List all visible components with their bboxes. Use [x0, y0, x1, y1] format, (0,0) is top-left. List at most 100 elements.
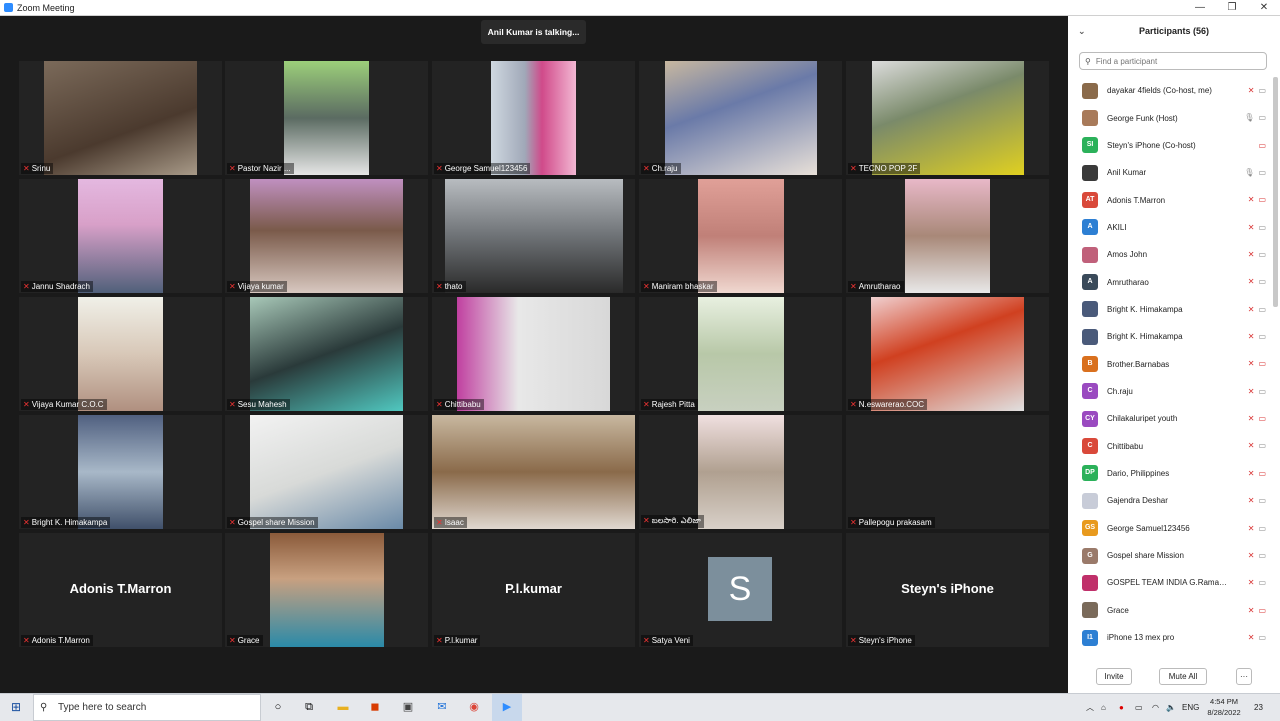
- video-tile[interactable]: ✕ TECNO POP 2F: [846, 61, 1049, 175]
- notification-center-icon[interactable]: 23: [1254, 694, 1263, 721]
- participant-row[interactable]: AT Adonis T.Marron ✕ ▭: [1068, 186, 1274, 213]
- video-camera-icon: ▭: [1258, 86, 1266, 95]
- zoom-taskbar-icon[interactable]: ▶: [492, 694, 522, 721]
- video-tile[interactable]: ✕ బలసారి. ఎలిజా: [639, 415, 842, 529]
- office-icon[interactable]: ◼: [360, 694, 390, 721]
- tile-name-label: ✕ Steyn's iPhone: [848, 635, 915, 646]
- tray-show-hidden-icon[interactable]: ︿: [1086, 694, 1094, 721]
- cortana-icon[interactable]: ○: [263, 694, 293, 721]
- participant-video: [250, 179, 403, 293]
- tray-wifi-icon[interactable]: ◠: [1152, 694, 1159, 721]
- tray-battery-icon[interactable]: ▭: [1135, 694, 1143, 721]
- video-tile[interactable]: ✕ Chittibabu: [432, 297, 635, 411]
- file-explorer-icon[interactable]: ▬: [328, 694, 358, 721]
- video-tile[interactable]: Steyn's iPhone ✕ Steyn's iPhone: [846, 533, 1049, 647]
- participant-video: [250, 297, 403, 411]
- taskbar-search-text: Type here to search: [57, 702, 147, 713]
- video-tile[interactable]: ✕ Amrutharao: [846, 179, 1049, 293]
- video-tile[interactable]: ✕ Isaac: [432, 415, 635, 529]
- tray-antivirus-icon[interactable]: ●: [1119, 694, 1124, 721]
- mail-icon[interactable]: ✉: [427, 694, 457, 721]
- video-tile[interactable]: ✕ Bright K. Himakampa: [19, 415, 222, 529]
- tray-volume-icon[interactable]: 🔈: [1166, 694, 1176, 721]
- participant-row[interactable]: Bright K. Himakampa ✕ ▭: [1068, 296, 1274, 323]
- tile-name-text: Sesu Mahesh: [237, 400, 287, 409]
- participant-row[interactable]: Anil Kumar 🎙 ▭: [1068, 159, 1274, 186]
- tile-name-text: Pastor Nazir ...: [237, 164, 291, 173]
- collapse-chevron-icon[interactable]: ⌄: [1078, 16, 1086, 46]
- participant-row[interactable]: GS George Samuel123456 ✕ ▭: [1068, 515, 1274, 542]
- participant-status-icons: ✕ ▭: [1248, 296, 1266, 323]
- muted-mic-icon: ✕: [23, 636, 30, 645]
- participant-search-input[interactable]: [1093, 55, 1258, 67]
- video-tile[interactable]: ✕ Srinu: [19, 61, 222, 175]
- video-tile[interactable]: ✕ thato: [432, 179, 635, 293]
- participant-row[interactable]: C Chittibabu ✕ ▭: [1068, 432, 1274, 459]
- participant-name: George Funk (Host): [1107, 113, 1178, 123]
- participant-row[interactable]: G Gospel share Mission ✕ ▭: [1068, 542, 1274, 569]
- restore-button[interactable]: ❐: [1216, 0, 1248, 15]
- participant-row[interactable]: Amos John ✕ ▭: [1068, 241, 1274, 268]
- video-tile[interactable]: ✕ Maniram bhaskar: [639, 179, 842, 293]
- video-tile[interactable]: ✕ Ch.raju: [639, 61, 842, 175]
- participant-row[interactable]: SI Steyn's iPhone (Co-host) ▭: [1068, 132, 1274, 159]
- participant-row[interactable]: A AKILI ✕ ▭: [1068, 214, 1274, 241]
- participant-row[interactable]: Grace ✕ ▭: [1068, 597, 1274, 624]
- participant-row[interactable]: GOSPEL TEAM INDIA G.Ramac... ✕ ▭: [1068, 569, 1274, 596]
- participant-row[interactable]: Bright K. Himakampa ✕ ▭: [1068, 323, 1274, 350]
- video-camera-icon: ▭: [1258, 168, 1266, 178]
- participant-status-icons: ✕ ▭: [1248, 186, 1266, 213]
- participant-row[interactable]: DP Dario, Philippines ✕ ▭: [1068, 460, 1274, 487]
- participant-status-icons: ✕ ▭: [1248, 569, 1266, 596]
- input-language[interactable]: ENG: [1182, 694, 1199, 721]
- video-tile[interactable]: P.l.kumar ✕ P.l.kumar: [432, 533, 635, 647]
- participant-search[interactable]: ⚲: [1079, 52, 1267, 70]
- video-tile[interactable]: ✕ Gospel share Mission: [225, 415, 428, 529]
- tray-network-icon[interactable]: ⌂: [1101, 694, 1106, 721]
- participant-row[interactable]: C Ch.raju ✕ ▭: [1068, 378, 1274, 405]
- video-off-icon: ▭: [1258, 140, 1266, 150]
- participant-video: [491, 61, 576, 175]
- store-icon[interactable]: ▣: [393, 694, 423, 721]
- task-view-icon[interactable]: ⧉: [294, 694, 324, 721]
- participant-name: Gospel share Mission: [1107, 551, 1184, 561]
- taskbar-search[interactable]: ⚲ Type here to search: [33, 694, 261, 721]
- participant-name: Ch.raju: [1107, 386, 1133, 396]
- video-tile[interactable]: ✕ Pallepogu prakasam: [846, 415, 1049, 529]
- tile-name-text: Rajesh Pitta: [651, 400, 695, 409]
- muted-microphone-icon: ✕: [1247, 304, 1255, 314]
- participant-list-scrollbar[interactable]: [1273, 77, 1278, 307]
- video-off-icon: ▭: [1258, 414, 1266, 424]
- taskbar-clock[interactable]: 4:54 PM 8/28/2022: [1199, 696, 1249, 718]
- participant-name: Chilakaluripet youth: [1107, 414, 1178, 424]
- video-tile[interactable]: ✕ Rajesh Pitta: [639, 297, 842, 411]
- video-tile[interactable]: ✕ Pastor Nazir ...: [225, 61, 428, 175]
- video-off-icon: ▭: [1258, 359, 1266, 369]
- video-tile[interactable]: Adonis T.Marron ✕ Adonis T.Marron: [19, 533, 222, 647]
- video-tile[interactable]: ✕ Vijaya kumar: [225, 179, 428, 293]
- invite-button[interactable]: Invite: [1096, 668, 1132, 685]
- minimize-button[interactable]: —: [1184, 0, 1216, 15]
- video-tile[interactable]: ✕ Jannu Shadrach: [19, 179, 222, 293]
- video-tile[interactable]: ✕ Vijaya Kumar C.O.C: [19, 297, 222, 411]
- participant-row[interactable]: George Funk (Host) 🎙 ▭: [1068, 104, 1274, 131]
- video-tile[interactable]: S ✕ Satya Veni: [639, 533, 842, 647]
- mute-all-button[interactable]: Mute All: [1159, 668, 1207, 685]
- participant-row[interactable]: Gajendra Deshar ✕ ▭: [1068, 487, 1274, 514]
- participant-video: [665, 61, 817, 175]
- video-tile[interactable]: ✕ N.eswarerao.COC: [846, 297, 1049, 411]
- video-tile[interactable]: ✕ Grace: [225, 533, 428, 647]
- participant-row[interactable]: B Brother.Barnabas ✕ ▭: [1068, 350, 1274, 377]
- video-tile[interactable]: ✕ George Samuel123456: [432, 61, 635, 175]
- participant-row[interactable]: dayakar 4fields (Co-host, me) ✕ ▭: [1068, 77, 1274, 104]
- participant-row[interactable]: A Amrutharao ✕ ▭: [1068, 268, 1274, 295]
- tile-name-text: Maniram bhaskar: [651, 282, 714, 291]
- close-button[interactable]: ✕: [1248, 0, 1280, 15]
- participant-row[interactable]: I1 iPhone 13 mex pro ✕ ▭: [1068, 624, 1274, 651]
- video-tile[interactable]: ✕ Sesu Mahesh: [225, 297, 428, 411]
- chrome-icon[interactable]: ◉: [459, 694, 489, 721]
- more-options-button[interactable]: ···: [1236, 668, 1252, 685]
- participant-row[interactable]: CY Chilakaluripet youth ✕ ▭: [1068, 405, 1274, 432]
- windows-start-icon[interactable]: ⊞: [0, 694, 32, 721]
- participant-name: Anil Kumar: [1107, 168, 1147, 178]
